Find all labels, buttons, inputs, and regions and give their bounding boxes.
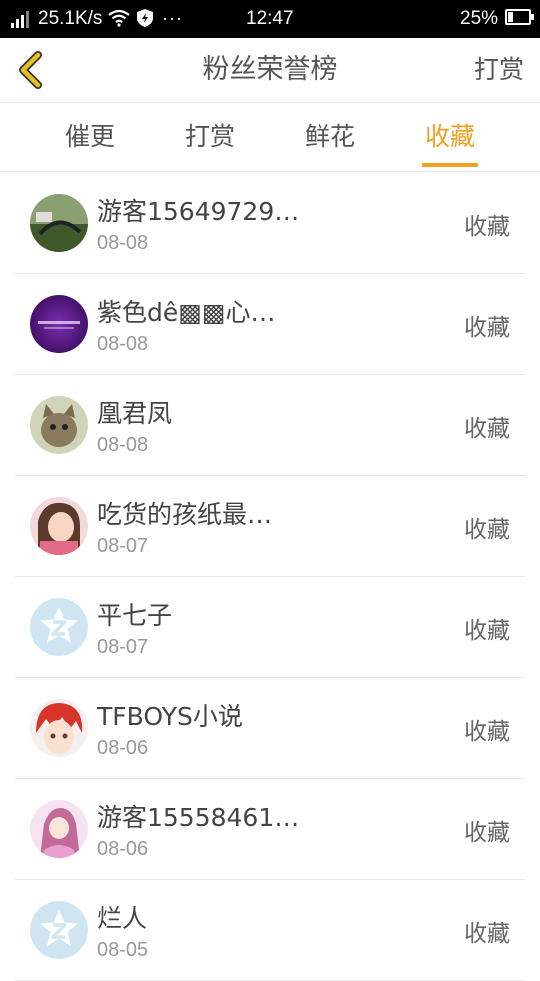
tab-label: 打赏 <box>184 122 235 151</box>
avatar <box>30 800 88 858</box>
clock: 12:47 <box>246 8 294 29</box>
fan-action: 收藏 <box>464 214 510 240</box>
fan-action: 收藏 <box>464 517 510 543</box>
avatar <box>30 295 88 353</box>
fan-date: 08-07 <box>97 636 149 658</box>
signal-icon <box>11 10 35 28</box>
fan-name: 游客15558461… <box>97 803 300 832</box>
battery-icon <box>505 9 534 25</box>
fan-date: 08-07 <box>97 535 149 557</box>
fan-date: 08-06 <box>97 737 149 759</box>
tab-label: 催更 <box>64 122 115 151</box>
tab-flowers[interactable]: 鲜花 <box>270 103 390 171</box>
wifi-icon <box>108 9 130 27</box>
network-speed: 25.1K/s <box>38 8 103 29</box>
list-item[interactable]: 凰君凤 08-08 收藏 <box>15 375 525 476</box>
list-item[interactable]: 平七子 08-07 收藏 <box>15 577 525 678</box>
reward-button[interactable]: 打赏 <box>474 38 524 102</box>
fan-name: 平七子 <box>97 601 173 630</box>
fan-name: 烂人 <box>97 904 148 933</box>
status-bar: 25.1K/s ··· 12:47 25% <box>0 0 540 38</box>
fan-action: 收藏 <box>464 315 510 341</box>
fan-name: 游客15649729… <box>97 197 300 226</box>
tab-label: 鲜花 <box>304 122 355 151</box>
fan-action: 收藏 <box>464 820 510 846</box>
tab-label: 收藏 <box>424 122 475 151</box>
fan-name: 紫色dê▩▩心… <box>97 298 276 327</box>
fan-action: 收藏 <box>464 618 510 644</box>
fan-date: 08-08 <box>97 333 149 355</box>
tab-favorites[interactable]: 收藏 <box>390 103 510 171</box>
fan-action: 收藏 <box>464 719 510 745</box>
fan-list: 游客15649729… 08-08 收藏 紫色dê▩▩心… 08-08 收藏 凰… <box>0 173 540 981</box>
default-avatar-icon <box>30 901 88 959</box>
avatar <box>30 396 88 454</box>
shield-icon <box>137 9 153 27</box>
fan-action: 收藏 <box>464 416 510 442</box>
avatar <box>30 497 88 555</box>
list-item[interactable]: 烂人 08-05 收藏 <box>15 880 525 981</box>
list-item[interactable]: 游客15558461… 08-06 收藏 <box>15 779 525 880</box>
tab-reward[interactable]: 打赏 <box>150 103 270 171</box>
fan-date: 08-05 <box>97 939 149 961</box>
page-title: 粉丝荣誉榜 <box>202 54 338 85</box>
list-item[interactable]: 紫色dê▩▩心… 08-08 收藏 <box>15 274 525 375</box>
fan-date: 08-08 <box>97 434 149 456</box>
avatar <box>30 194 88 252</box>
avatar <box>30 699 88 757</box>
fan-name: 吃货的孩纸最… <box>97 500 273 529</box>
app-header: 粉丝荣誉榜 打赏 <box>0 38 540 103</box>
default-avatar-icon <box>30 598 88 656</box>
more-notifications-icon: ··· <box>162 8 183 28</box>
battery-percent: 25% <box>460 8 499 29</box>
fan-name: TFBOYS小说 <box>97 702 243 731</box>
fan-action: 收藏 <box>464 921 510 947</box>
list-item[interactable]: 吃货的孩纸最… 08-07 收藏 <box>15 476 525 577</box>
fan-date: 08-08 <box>97 232 149 254</box>
list-item[interactable]: 游客15649729… 08-08 收藏 <box>15 173 525 274</box>
fan-name: 凰君凤 <box>97 399 173 428</box>
list-item[interactable]: TFBOYS小说 08-06 收藏 <box>15 678 525 779</box>
fan-date: 08-06 <box>97 838 149 860</box>
tab-bar: 催更 打赏 鲜花 收藏 <box>0 103 540 172</box>
tab-urge[interactable]: 催更 <box>30 103 150 171</box>
active-tab-indicator <box>422 163 478 167</box>
